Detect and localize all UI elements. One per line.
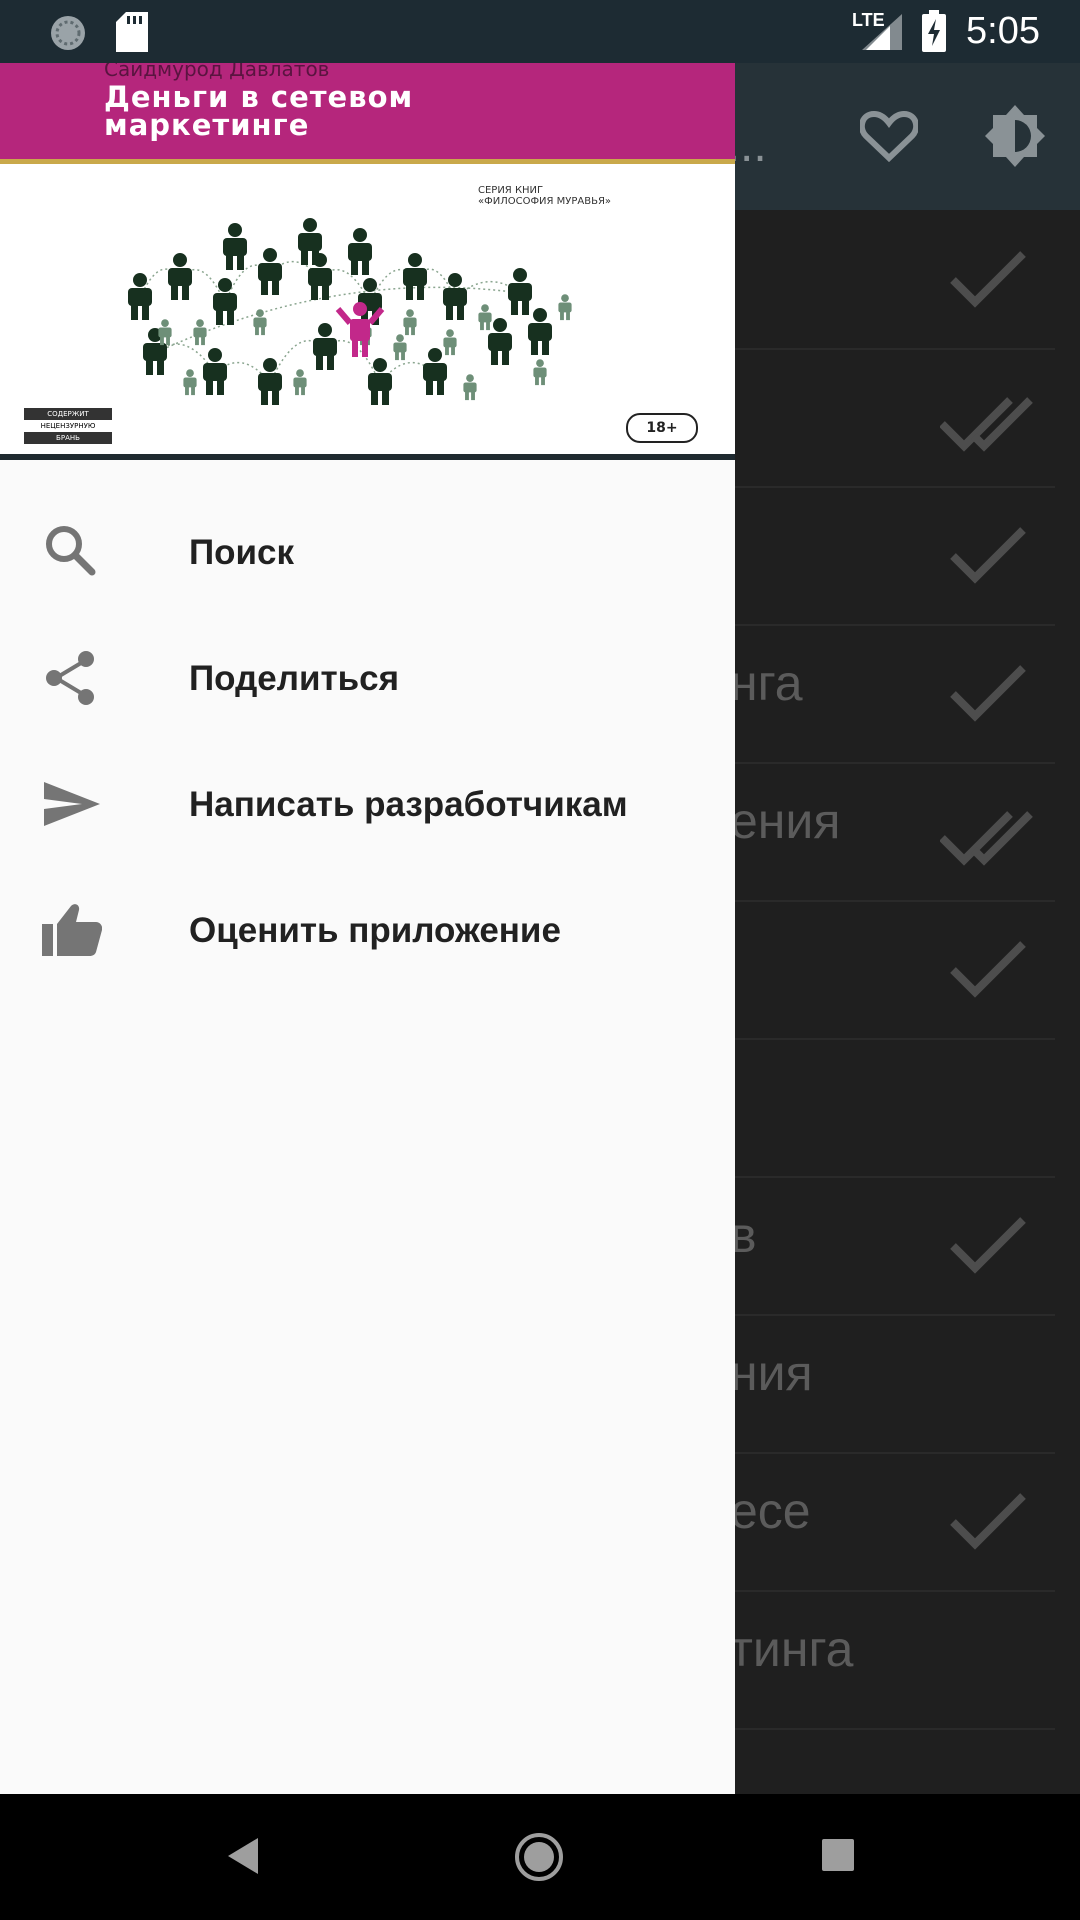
brightness-icon[interactable]: [985, 105, 1045, 167]
search-icon: [46, 526, 96, 576]
signal-icon: [862, 14, 902, 50]
menu-item-label: Поделиться: [189, 659, 400, 698]
cover-title-line2: маркетинге: [104, 108, 310, 142]
person-figure: [213, 278, 237, 325]
cover-content-warning: СОДЕРЖИТ НЕЦЕНЗУРНУЮ БРАНЬ: [24, 408, 112, 444]
sd-card-icon: [116, 12, 148, 52]
chapter-title: тинга: [730, 1621, 854, 1677]
status-bar: LTE 5:05: [0, 0, 1080, 63]
double-check-icon: [940, 811, 1033, 866]
person-figure: [403, 253, 427, 300]
thumb-up-icon: [42, 904, 102, 956]
person-figure: [253, 309, 267, 336]
check-icon: [950, 941, 1026, 998]
sync-icon: [51, 16, 85, 50]
double-check-icon: [940, 397, 1033, 452]
person-figure: [463, 374, 477, 401]
cover-title: Деньги в сетевом маркетинге: [104, 80, 414, 142]
chapter-title: нга: [730, 655, 803, 711]
book-cover-image: Саидмурод Давлатов Деньги в сетевом марк…: [0, 63, 735, 460]
check-icon: [950, 1493, 1026, 1550]
person-figure: [443, 329, 457, 356]
person-figure: [393, 334, 407, 361]
share-icon: [46, 651, 94, 705]
person-figure: [313, 323, 337, 370]
cover-bottom-edge: [0, 454, 735, 460]
cover-series-line1: СЕРИЯ КНИГ: [478, 185, 544, 196]
person-figure: [293, 369, 307, 396]
person-figure: [443, 273, 467, 320]
stamp-line1: СОДЕРЖИТ: [24, 408, 112, 420]
person-figure: [488, 318, 512, 365]
age-rating-badge: 18+: [626, 413, 698, 443]
menu-item-label: Оценить приложение: [189, 911, 561, 950]
people-network-illustration: [128, 218, 572, 405]
send-icon: [44, 782, 100, 826]
menu-item-label: Написать разработчикам: [189, 785, 628, 824]
cover-divider: [0, 159, 735, 164]
person-figure: [203, 348, 227, 395]
chapter-title: ния: [730, 1345, 813, 1401]
chapter-title: ения: [730, 793, 841, 849]
person-figure: [528, 308, 552, 355]
person-figure: [193, 319, 207, 346]
drawer-menu: Поиск Поделиться Написать разработчикам: [0, 489, 735, 993]
menu-item-contact-developers[interactable]: Написать разработчикам: [0, 741, 735, 867]
person-figure: [368, 358, 392, 405]
person-figure: [558, 294, 572, 321]
person-figure: [403, 309, 417, 336]
home-icon[interactable]: [514, 1832, 564, 1882]
stamp-line3: БРАНЬ: [24, 432, 112, 444]
check-icon: [950, 527, 1026, 584]
person-figure: [508, 268, 532, 315]
person-figure: [158, 319, 172, 346]
menu-item-rate-app[interactable]: Оценить приложение: [0, 867, 735, 993]
chapter-title: есе: [730, 1483, 811, 1539]
person-figure: [358, 278, 382, 325]
person-figure: [258, 248, 282, 295]
menu-item-search[interactable]: Поиск: [0, 489, 735, 615]
person-figure: [258, 358, 282, 405]
person-figure: [183, 369, 197, 396]
person-figure: [128, 273, 152, 320]
cover-title-line1: Деньги в сетевом: [104, 80, 414, 114]
menu-item-share[interactable]: Поделиться: [0, 615, 735, 741]
check-icon: [950, 251, 1026, 308]
check-icon: [950, 1217, 1026, 1274]
person-figure: [168, 253, 192, 300]
clock: 5:05: [966, 10, 1040, 52]
person-figure: [223, 223, 247, 270]
stamp-line2: НЕЦЕНЗУРНУЮ: [40, 422, 96, 430]
system-nav-bar: [0, 1794, 1080, 1920]
back-icon[interactable]: [222, 1834, 262, 1878]
battery-charging-icon: [922, 10, 946, 52]
recents-icon[interactable]: [821, 1838, 855, 1872]
cover-author: Саидмурод Давлатов: [104, 63, 330, 81]
navigation-drawer: Саидмурод Давлатов Деньги в сетевом марк…: [0, 63, 735, 1794]
person-figure: [308, 253, 332, 300]
person-figure: [423, 348, 447, 395]
favorite-icon[interactable]: [860, 110, 918, 162]
person-figure: [298, 218, 322, 265]
person-figure: [348, 228, 372, 275]
person-figure: [533, 359, 547, 386]
check-icon: [950, 665, 1026, 722]
person-figure: [478, 304, 492, 331]
menu-item-label: Поиск: [189, 533, 295, 572]
